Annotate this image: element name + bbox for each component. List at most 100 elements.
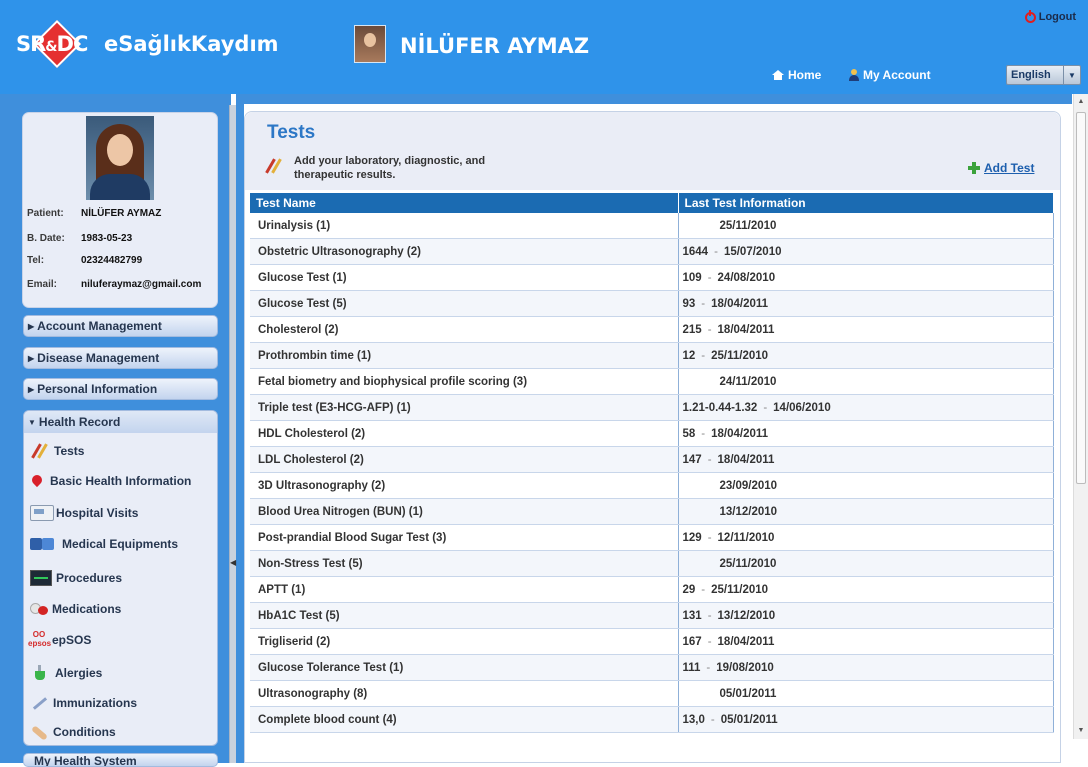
app-title: eSağlıkKaydım — [104, 32, 279, 56]
test-name-cell[interactable]: HDL Cholesterol (2) — [250, 420, 679, 447]
app-logo[interactable]: SR&DC eSağlıkKaydım — [12, 19, 279, 69]
scroll-up-icon[interactable]: ▲ — [1075, 96, 1087, 108]
patient-label: Patient: — [27, 208, 64, 219]
menu-label: Account Management — [37, 319, 162, 333]
my-account-link[interactable]: My Account — [849, 68, 931, 82]
add-test-label: Add Test — [984, 161, 1035, 175]
test-name-cell[interactable]: Complete blood count (4) — [250, 706, 679, 733]
test-name-cell[interactable]: Non-Stress Test (5) — [250, 550, 679, 577]
table-row[interactable]: Cholesterol (2) 215-18/04/2011 — [250, 316, 1054, 343]
menu-disease-management[interactable]: ▶ Disease Management — [23, 347, 218, 369]
page-description: Add your laboratory, diagnostic, and the… — [264, 154, 544, 182]
language-select[interactable]: English ▼ — [1006, 65, 1081, 85]
logout-link[interactable]: Logout — [1024, 9, 1076, 23]
sidebar-item-tests[interactable]: Tests — [24, 443, 217, 459]
sidebar-splitter[interactable]: ◀ — [229, 105, 236, 763]
table-row[interactable]: Fetal biometry and biophysical profile s… — [250, 368, 1054, 395]
test-value: 13,0 — [682, 713, 705, 726]
menu-my-health-system[interactable]: My Health System — [23, 753, 218, 767]
test-name-cell[interactable]: Trigliserid (2) — [250, 628, 679, 655]
home-label: Home — [788, 68, 822, 82]
sidebar-item-conditions[interactable]: Conditions — [24, 725, 217, 739]
table-row[interactable]: Obstetric Ultrasonography (2) 1644-15/07/… — [250, 238, 1054, 265]
test-name-cell[interactable]: Glucose Tolerance Test (1) — [250, 654, 679, 681]
table-row[interactable]: LDL Cholesterol (2) 147-18/04/2011 — [250, 446, 1054, 473]
tel-row: Tel: 02324482799 — [27, 255, 216, 267]
table-row[interactable]: Glucose Test (1) 109-24/08/2010 — [250, 264, 1054, 291]
user-icon — [849, 69, 859, 81]
test-name-cell[interactable]: APTT (1) — [250, 576, 679, 603]
caret-right-icon: ▶ — [28, 321, 35, 331]
separator: - — [707, 271, 712, 284]
scroll-thumb[interactable] — [1076, 112, 1086, 484]
menu-health-record[interactable]: ▼ Health Record — [24, 411, 217, 433]
home-icon — [772, 70, 784, 80]
table-row[interactable]: Post-prandial Blood Sugar Test (3) 129-12… — [250, 524, 1054, 551]
table-row[interactable]: HbA1C Test (5) 131-13/12/2010 — [250, 602, 1054, 629]
table-row[interactable]: Glucose Tolerance Test (1) 111-19/08/2010 — [250, 654, 1054, 681]
table-row[interactable]: Non-Stress Test (5) 25/11/2010 — [250, 550, 1054, 577]
sidebar-item-alergies[interactable]: Alergies — [24, 665, 217, 681]
column-header-last-test[interactable]: Last Test Information — [678, 193, 1054, 213]
test-name-cell[interactable]: Obstetric Ultrasonography (2) — [250, 238, 679, 265]
sidebar-item-label: Medications — [52, 602, 122, 616]
table-row[interactable]: Prothrombin time (1) 12-25/11/2010 — [250, 342, 1054, 369]
collapse-arrow-icon[interactable]: ◀ — [230, 557, 236, 569]
column-header-test-name[interactable]: Test Name — [250, 193, 679, 213]
test-date: 13/12/2010 — [717, 609, 776, 622]
profile-card: Patient: NİLÜFER AYMAZ B. Date: 1983-05-… — [22, 112, 218, 308]
last-test-cell: 29-25/11/2010 — [678, 576, 1054, 603]
separator: - — [763, 401, 768, 414]
srdc-logo-icon: SR&DC — [12, 19, 106, 69]
table-row[interactable]: Blood Urea Nitrogen (BUN) (1) 13/12/2010 — [250, 498, 1054, 525]
table-row[interactable]: 3D Ultrasonography (2) 23/09/2010 — [250, 472, 1054, 499]
sidebar-item-immunizations[interactable]: Immunizations — [24, 696, 217, 710]
test-name-cell[interactable]: Urinalysis (1) — [250, 213, 679, 239]
test-date: 25/11/2010 — [711, 349, 769, 362]
table-row[interactable]: Glucose Test (5) 93-18/04/2011 — [250, 290, 1054, 317]
table-row[interactable]: Triple test (E3-HCG-AFP) (1) 1.21-0.44-1.… — [250, 394, 1054, 421]
sidebar-item-hospital-visits[interactable]: Hospital Visits — [24, 505, 217, 521]
menu-account-management[interactable]: ▶ Account Management — [23, 315, 218, 337]
test-name-cell[interactable]: Triple test (E3-HCG-AFP) (1) — [250, 394, 679, 421]
test-value: 131 — [682, 609, 702, 622]
scroll-corner — [1073, 739, 1088, 763]
vertical-scrollbar[interactable]: ▲ ▼ — [1073, 94, 1088, 739]
sidebar-item-epsos[interactable]: OO epsos epSOS — [24, 630, 217, 650]
test-name-cell[interactable]: Fetal biometry and biophysical profile s… — [250, 368, 679, 395]
table-row[interactable]: Urinalysis (1) 25/11/2010 — [250, 213, 1054, 239]
scroll-down-icon[interactable]: ▼ — [1075, 725, 1087, 737]
caret-down-icon: ▼ — [28, 417, 36, 427]
table-row[interactable]: HDL Cholesterol (2) 58-18/04/2011 — [250, 420, 1054, 447]
caret-right-icon: ▶ — [28, 353, 35, 363]
separator: - — [701, 349, 706, 362]
home-link[interactable]: Home — [772, 68, 821, 82]
test-name-cell[interactable]: Cholesterol (2) — [250, 316, 679, 343]
test-name-cell[interactable]: LDL Cholesterol (2) — [250, 446, 679, 473]
test-date: 25/11/2010 — [719, 557, 777, 570]
sidebar-item-basic-health[interactable]: Basic Health Information — [24, 474, 217, 488]
test-date: 15/07/2010 — [723, 245, 782, 258]
test-value: 147 — [682, 453, 702, 466]
test-name-cell[interactable]: HbA1C Test (5) — [250, 602, 679, 629]
test-date: 18/04/2011 — [717, 635, 775, 648]
table-row[interactable]: Ultrasonography (8) 05/01/2011 — [250, 680, 1054, 707]
table-row[interactable]: Complete blood count (4) 13,0-05/01/2011 — [250, 706, 1054, 733]
last-test-cell: 131-13/12/2010 — [678, 602, 1054, 629]
table-row[interactable]: Trigliserid (2) 167-18/04/2011 — [250, 628, 1054, 655]
test-name-cell[interactable]: Glucose Test (1) — [250, 264, 679, 291]
table-row[interactable]: APTT (1) 29-25/11/2010 — [250, 576, 1054, 603]
table-header-row: Test Name Last Test Information — [250, 193, 1054, 213]
test-name-cell[interactable]: Ultrasonography (8) — [250, 680, 679, 707]
add-test-link[interactable]: Add Test — [968, 161, 1034, 175]
test-date: 25/11/2010 — [711, 583, 769, 596]
sidebar-item-procedures[interactable]: Procedures — [24, 570, 217, 586]
sidebar-item-medications[interactable]: Medications — [24, 602, 217, 616]
menu-personal-information[interactable]: ▶ Personal Information — [23, 378, 218, 400]
test-name-cell[interactable]: Prothrombin time (1) — [250, 342, 679, 369]
test-name-cell[interactable]: Blood Urea Nitrogen (BUN) (1) — [250, 498, 679, 525]
test-name-cell[interactable]: 3D Ultrasonography (2) — [250, 472, 679, 499]
test-name-cell[interactable]: Glucose Test (5) — [250, 290, 679, 317]
test-name-cell[interactable]: Post-prandial Blood Sugar Test (3) — [250, 524, 679, 551]
sidebar-item-medical-equipments[interactable]: Medical Equipments — [24, 537, 217, 551]
